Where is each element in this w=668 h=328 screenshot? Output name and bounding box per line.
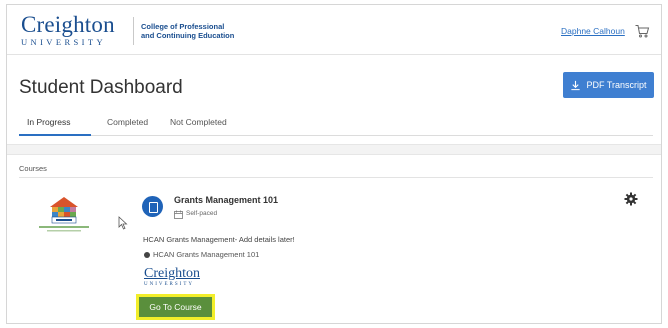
college-line-1: College of Professional xyxy=(141,22,225,31)
app-frame: Creighton UNIVERSITY College of Professi… xyxy=(6,4,662,324)
gear-icon[interactable] xyxy=(624,192,638,206)
logo-divider xyxy=(133,17,134,45)
cart-icon[interactable] xyxy=(634,23,650,39)
go-to-course-button[interactable]: Go To Course xyxy=(139,297,212,317)
calendar-icon xyxy=(174,210,183,219)
creighton-logo[interactable]: Creighton UNIVERSITY xyxy=(21,12,127,48)
pdf-transcript-label: PDF Transcript xyxy=(586,80,647,90)
go-to-course-highlight: Go To Course xyxy=(136,294,215,320)
logo-main-text: Creighton xyxy=(21,12,115,37)
tab-not-completed[interactable]: Not Completed xyxy=(170,117,227,127)
download-icon xyxy=(571,80,581,90)
college-name: College of Professional and Continuing E… xyxy=(141,22,251,40)
top-header: Creighton UNIVERSITY College of Professi… xyxy=(7,5,661,55)
courses-section-label: Courses xyxy=(19,164,47,173)
course-icon xyxy=(142,196,163,217)
course-pace: Self-paced xyxy=(186,210,218,217)
mouse-cursor-icon xyxy=(118,216,128,230)
logo-sub-text: UNIVERSITY xyxy=(21,37,106,47)
bullet-icon xyxy=(144,252,150,258)
active-tab-underline xyxy=(19,134,91,136)
course-item: HCAN Grants Management 101 xyxy=(153,250,260,259)
provider-logo-sub: UNIVERSITY xyxy=(144,282,194,287)
courses-divider xyxy=(19,177,653,178)
provider-logo-main: Creighton xyxy=(144,266,200,281)
course-title[interactable]: Grants Management 101 xyxy=(174,195,278,205)
user-name-link[interactable]: Daphne Calhoun xyxy=(561,26,625,36)
section-separator xyxy=(7,144,661,155)
page-title: Student Dashboard xyxy=(19,77,183,98)
provider-logo: Creighton UNIVERSITY xyxy=(144,267,204,291)
tab-completed[interactable]: Completed xyxy=(107,117,148,127)
course-description: HCAN Grants Management- Add details late… xyxy=(143,235,295,244)
status-tabs: In Progress Completed Not Completed xyxy=(19,112,653,136)
hcan-logo xyxy=(39,197,89,232)
pdf-transcript-button[interactable]: PDF Transcript xyxy=(563,72,654,98)
college-line-2: and Continuing Education xyxy=(141,31,235,40)
tab-in-progress[interactable]: In Progress xyxy=(27,117,70,127)
